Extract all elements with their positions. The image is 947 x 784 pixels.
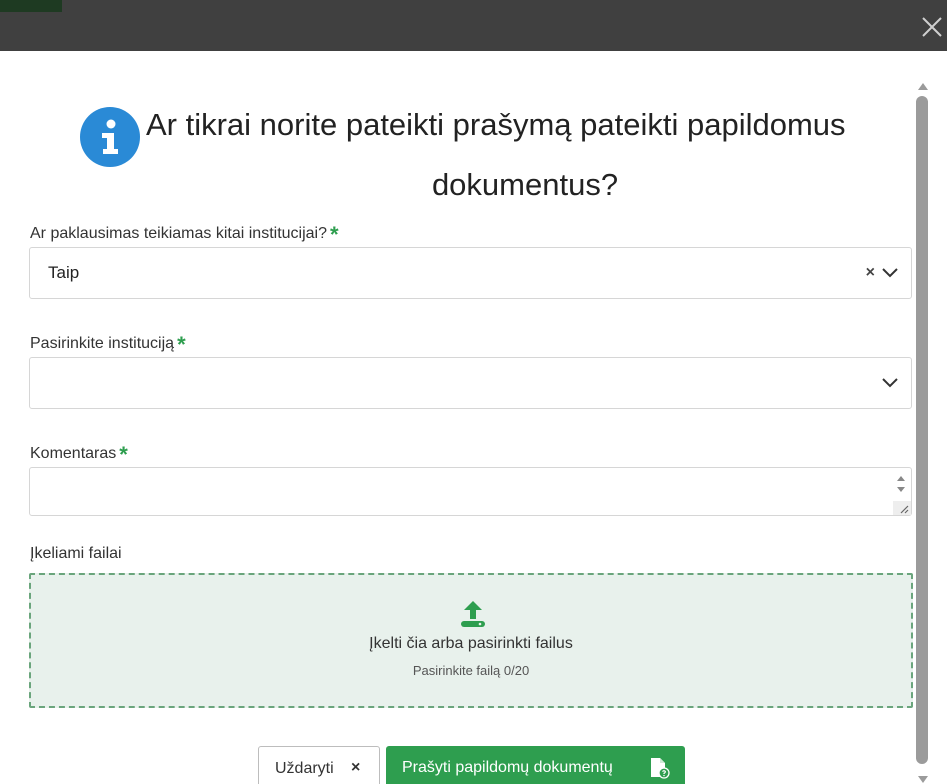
close-button[interactable]: Uždaryti ×: [258, 746, 380, 784]
scrollbar-thumb[interactable]: [916, 96, 928, 764]
header-accent: [0, 0, 62, 12]
scrollbar[interactable]: [914, 80, 932, 784]
clear-selection-icon[interactable]: ×: [866, 264, 875, 282]
institution-select-label: Pasirinkite instituciją *: [30, 328, 186, 357]
comment-label: Komentaras *: [30, 438, 128, 467]
dialog-title: Ar tikrai norite pateikti prašymą pateik…: [80, 95, 890, 215]
required-mark: *: [330, 222, 339, 247]
files-label-text: Įkeliami failai: [30, 545, 122, 562]
institution-select[interactable]: [29, 357, 912, 409]
dialog-header-bar: [0, 0, 947, 51]
upload-icon: [461, 601, 485, 627]
dialog-title-line2: dokumentus?: [431, 167, 619, 202]
institution-question-label: Ar paklausimas teikiamas kitai instituci…: [30, 218, 339, 247]
dropzone-file-count: Pasirinkite failą 0/20: [412, 663, 530, 678]
institution-question-select[interactable]: Taip ×: [29, 247, 912, 299]
resize-handle-icon[interactable]: [893, 501, 911, 515]
close-icon[interactable]: [917, 12, 947, 42]
required-mark: *: [119, 442, 128, 467]
scroll-down-arrow-icon[interactable]: [918, 776, 928, 784]
dialog-title-line1: Ar tikrai norite pateikti prašymą pateik…: [146, 107, 846, 142]
dropzone-text: Įkelti čia arba pasirinkti failus: [369, 635, 573, 652]
request-documents-button[interactable]: Prašyti papildomų dokumentų: [386, 746, 685, 784]
document-question-icon: [651, 758, 670, 779]
comment-textarea[interactable]: [29, 467, 912, 516]
required-mark: *: [177, 332, 186, 357]
institution-select-label-text: Pasirinkite instituciją: [30, 335, 175, 352]
close-button-label: Uždaryti: [275, 760, 334, 777]
request-documents-label: Prašyti papildomų dokumentų: [402, 759, 613, 776]
files-label: Įkeliami failai: [30, 545, 122, 563]
institution-question-value: Taip: [48, 263, 80, 282]
file-dropzone[interactable]: Įkelti čia arba pasirinkti failus Pasiri…: [29, 573, 913, 708]
scroll-up-arrow-icon[interactable]: [918, 82, 928, 90]
close-button-x-icon: ×: [351, 759, 361, 776]
textarea-scroll-arrows-icon[interactable]: [895, 472, 907, 496]
chevron-down-icon[interactable]: [881, 266, 899, 280]
institution-question-label-text: Ar paklausimas teikiamas kitai instituci…: [30, 225, 327, 242]
chevron-down-icon[interactable]: [881, 376, 899, 390]
comment-label-text: Komentaras: [30, 445, 117, 462]
